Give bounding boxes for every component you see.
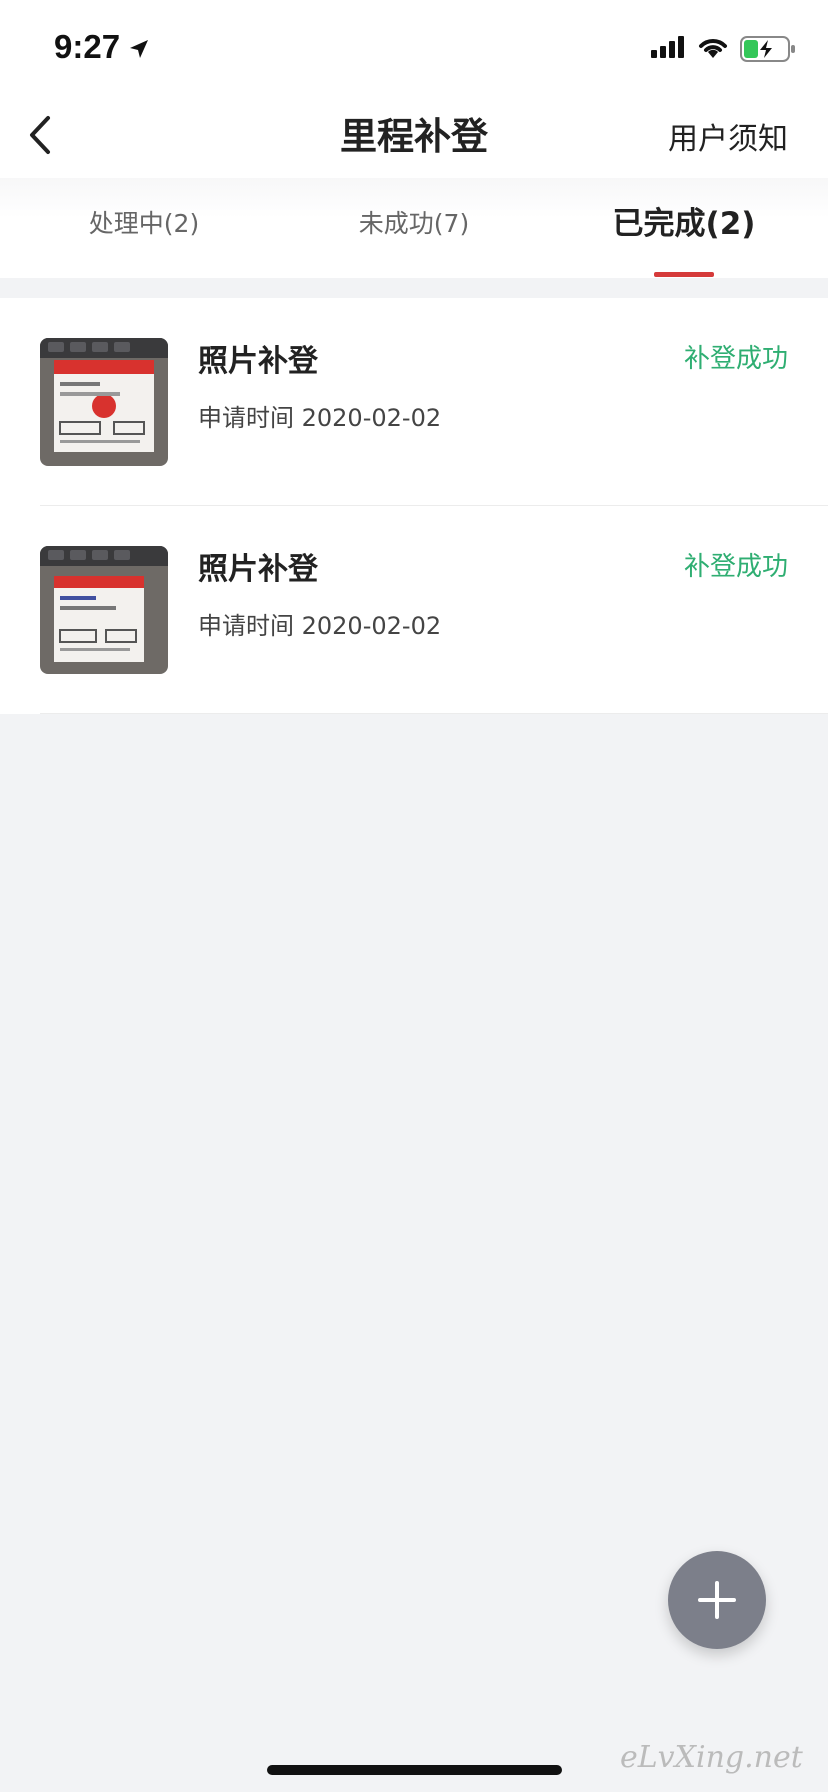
home-indicator[interactable]	[267, 1765, 562, 1775]
list-item[interactable]: 照片补登 申请时间 2020-02-02 补登成功	[0, 298, 828, 506]
location-arrow-icon	[130, 40, 148, 58]
status-tabs: 处理中(2) 未成功(7) 已完成(2)	[0, 178, 828, 278]
boarding-pass-photo-icon	[40, 546, 168, 674]
tab-completed[interactable]: 已完成(2)	[546, 178, 822, 278]
active-tab-indicator	[654, 272, 714, 277]
status-time: 9:27	[54, 28, 121, 65]
battery-charging-icon	[740, 36, 795, 62]
status-badge: 补登成功	[683, 552, 788, 582]
add-button[interactable]	[668, 1551, 766, 1649]
item-title: 照片补登	[198, 344, 318, 379]
user-notice-link[interactable]: 用户须知	[668, 114, 788, 158]
status-bar: 9:27	[0, 0, 828, 92]
boarding-pass-photo-thumbnail	[40, 338, 168, 466]
tab-unsuccessful[interactable]: 未成功(7)	[276, 178, 552, 278]
boarding-pass-photo-icon	[40, 338, 168, 466]
item-title: 照片补登	[198, 552, 318, 587]
watermark: eLvXing.net	[620, 1740, 803, 1775]
tab-processing[interactable]: 处理中(2)	[6, 178, 282, 278]
status-badge: 补登成功	[683, 344, 788, 374]
list-item[interactable]: 照片补登 申请时间 2020-02-02 补登成功	[0, 506, 828, 714]
wifi-icon	[699, 39, 727, 58]
cellular-signal-icon	[651, 36, 684, 58]
item-date: 申请时间 2020-02-02	[198, 404, 442, 432]
plus-icon	[698, 1581, 736, 1619]
divider	[40, 713, 828, 714]
navigation-bar: 里程补登 用户须知	[0, 92, 828, 178]
record-list: 照片补登 申请时间 2020-02-02 补登成功 照片补登 申请时间 2020…	[0, 298, 828, 714]
item-date: 申请时间 2020-02-02	[198, 612, 442, 640]
boarding-pass-photo-thumbnail	[40, 546, 168, 674]
